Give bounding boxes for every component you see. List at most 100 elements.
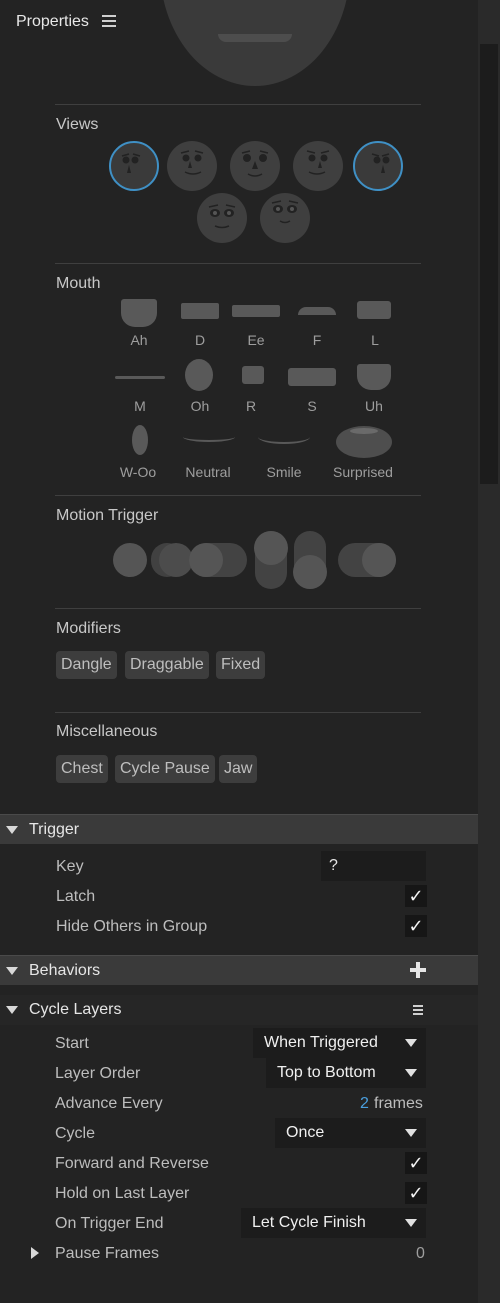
face-icon (271, 200, 299, 224)
view-thumbnail[interactable] (109, 141, 159, 191)
divider (55, 712, 421, 713)
motion-dot[interactable] (113, 543, 147, 577)
motion-trigger-label: Motion Trigger (56, 507, 159, 524)
hide-others-checkbox[interactable]: ✓ (405, 915, 427, 937)
chevron-down-icon (405, 1069, 417, 1077)
start-dropdown[interactable]: When Triggered (253, 1028, 426, 1058)
mouth-shape-oh[interactable] (185, 359, 213, 391)
divider (55, 263, 421, 264)
trigger-title: Trigger (29, 821, 80, 838)
face-icon (306, 150, 330, 175)
motion-dot (362, 543, 396, 577)
tag-dangle[interactable]: Dangle (56, 651, 117, 679)
view-thumbnail[interactable] (293, 141, 343, 191)
mouth-label-uh: Uh (365, 398, 383, 414)
mouth-label-l: L (371, 332, 379, 348)
chevron-down-icon (405, 1129, 417, 1137)
cycle-layers-title: Cycle Layers (29, 1001, 122, 1018)
key-field[interactable]: ? (321, 851, 426, 881)
face-icon (208, 204, 236, 229)
cycle-value: Once (286, 1124, 325, 1141)
advance-every-unit: frames (374, 1095, 423, 1112)
divider (55, 104, 421, 105)
face-icon (180, 150, 204, 175)
hamburger-icon[interactable] (413, 1005, 423, 1015)
layer-order-dropdown[interactable]: Top to Bottom (266, 1058, 426, 1088)
mouth-shape-smile[interactable] (258, 430, 310, 444)
pause-frames-label: Pause Frames (55, 1245, 160, 1262)
view-thumbnail[interactable] (353, 141, 403, 191)
behaviors-header[interactable]: Behaviors (0, 955, 478, 985)
miscellaneous-label: Miscellaneous (56, 723, 158, 740)
face-icon (121, 153, 141, 173)
advance-every-value[interactable]: 2 (360, 1095, 369, 1113)
mouth-label-surprised: Surprised (333, 464, 393, 480)
view-thumbnail[interactable] (167, 141, 217, 191)
tag-draggable[interactable]: Draggable (125, 651, 209, 679)
trigger-end-value: Let Cycle Finish (252, 1214, 366, 1231)
collapse-triangle-icon[interactable] (6, 1006, 18, 1014)
cycle-label: Cycle (55, 1125, 96, 1142)
divider (55, 495, 421, 496)
views-grid (109, 140, 404, 250)
mouth-shape-ah[interactable] (121, 299, 157, 327)
mouth-shape-w-oo[interactable] (132, 425, 148, 455)
mouth-shape-l[interactable] (357, 301, 391, 319)
mouth-shape-uh[interactable] (357, 364, 391, 390)
mouth-shape-d[interactable] (181, 303, 219, 319)
key-label: Key (56, 858, 84, 875)
layer-order-value: Top to Bottom (277, 1064, 376, 1081)
mouth-label-w-oo: W-Oo (119, 464, 157, 480)
motion-trigger-shapes (110, 528, 400, 590)
motion-dot (159, 543, 193, 577)
hide-others-label: Hide Others in Group (56, 918, 208, 935)
plus-icon[interactable] (410, 962, 426, 978)
tag-fixed[interactable]: Fixed (216, 651, 266, 679)
views-label: Views (56, 116, 99, 133)
view-thumbnail[interactable] (197, 193, 247, 243)
forward-reverse-checkbox[interactable]: ✓ (405, 1152, 427, 1174)
expand-triangle-icon[interactable] (31, 1247, 39, 1259)
scrollbar-thumb[interactable] (480, 44, 498, 484)
motion-dot (189, 543, 223, 577)
tag-chest[interactable]: Chest (56, 755, 108, 783)
motion-dot (254, 531, 288, 565)
motion-dot (293, 555, 327, 589)
view-thumbnail[interactable] (230, 141, 280, 191)
collapse-triangle-icon[interactable] (6, 967, 18, 975)
trigger-header[interactable]: Trigger (0, 814, 478, 844)
panel-title: Properties (16, 13, 89, 30)
tag-cycle-pause[interactable]: Cycle Pause (115, 755, 215, 783)
mouth-shape-m[interactable] (115, 376, 165, 379)
cycle-layers-header[interactable]: Cycle Layers (0, 995, 478, 1025)
mouth-label: Mouth (56, 275, 101, 292)
view-thumbnail[interactable] (260, 193, 310, 243)
hamburger-icon[interactable] (102, 13, 116, 29)
forward-reverse-label: Forward and Reverse (55, 1155, 209, 1172)
face-icon (241, 150, 269, 177)
face-icon (371, 153, 390, 173)
mouth-label-neutral: Neutral (185, 464, 231, 480)
mouth-shape-s[interactable] (288, 368, 336, 386)
start-value: When Triggered (264, 1034, 378, 1051)
collapse-triangle-icon[interactable] (6, 826, 18, 834)
hold-last-layer-checkbox[interactable]: ✓ (405, 1182, 427, 1204)
mouth-shape-r[interactable] (242, 366, 264, 384)
mouth-shape-ee[interactable] (232, 305, 280, 317)
mouth-shape-f[interactable] (298, 307, 336, 315)
mouth-shape-surprised[interactable] (336, 426, 392, 458)
cycle-dropdown[interactable]: Once (275, 1118, 426, 1148)
behaviors-title: Behaviors (29, 962, 101, 979)
modifiers-label: Modifiers (56, 620, 121, 637)
chevron-down-icon (405, 1219, 417, 1227)
chevron-down-icon (405, 1039, 417, 1047)
advance-every-label: Advance Every (55, 1095, 163, 1112)
trigger-end-dropdown[interactable]: Let Cycle Finish (241, 1208, 426, 1238)
latch-checkbox[interactable]: ✓ (405, 885, 427, 907)
mouth-shape-neutral[interactable] (183, 432, 235, 442)
trigger-end-label: On Trigger End (55, 1215, 164, 1232)
divider (55, 608, 421, 609)
mouth-label-smile: Smile (266, 464, 302, 480)
pause-frames-value[interactable]: 0 (416, 1245, 425, 1263)
tag-jaw[interactable]: Jaw (219, 755, 258, 783)
